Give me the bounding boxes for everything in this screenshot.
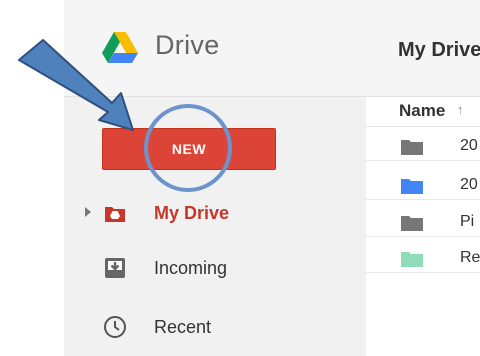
- sidebar-item-incoming[interactable]: Incoming: [64, 248, 366, 288]
- sidebar-item-label: Incoming: [154, 258, 228, 278]
- top-bar: Drive My Drive: [64, 0, 480, 97]
- file-name: Pi: [460, 213, 475, 230]
- folder-icon: [401, 179, 423, 194]
- folder-icon: [401, 252, 423, 267]
- file-row[interactable]: 20: [366, 170, 480, 200]
- google-drive-logo-icon[interactable]: [101, 31, 139, 65]
- file-name: 20: [460, 176, 478, 193]
- sidebar-item-label: My Drive: [154, 203, 230, 223]
- file-name: Re: [460, 249, 480, 266]
- incoming-icon: [105, 258, 125, 278]
- sort-arrow-icon[interactable]: ↑: [457, 102, 464, 117]
- new-button[interactable]: NEW: [102, 128, 276, 170]
- file-row[interactable]: 20: [366, 131, 480, 161]
- my-drive-icon: [105, 207, 125, 222]
- file-row[interactable]: Pi: [366, 207, 480, 237]
- folder-icon: [401, 140, 423, 155]
- clock-icon: [104, 316, 126, 338]
- folder-icon: [401, 216, 423, 231]
- sidebar-item-recent[interactable]: Recent: [64, 307, 366, 347]
- expand-triangle-icon[interactable]: [85, 207, 91, 217]
- file-name: 20: [460, 137, 478, 154]
- breadcrumb[interactable]: My Drive: [398, 39, 480, 62]
- sidebar-item-label: Recent: [154, 317, 212, 337]
- name-column-header[interactable]: Name: [399, 101, 445, 121]
- app-title[interactable]: Drive: [155, 30, 220, 61]
- sidebar-item-my-drive[interactable]: My Drive: [64, 193, 366, 233]
- file-row[interactable]: Re: [366, 243, 480, 273]
- file-list-header: Name ↑: [366, 96, 480, 127]
